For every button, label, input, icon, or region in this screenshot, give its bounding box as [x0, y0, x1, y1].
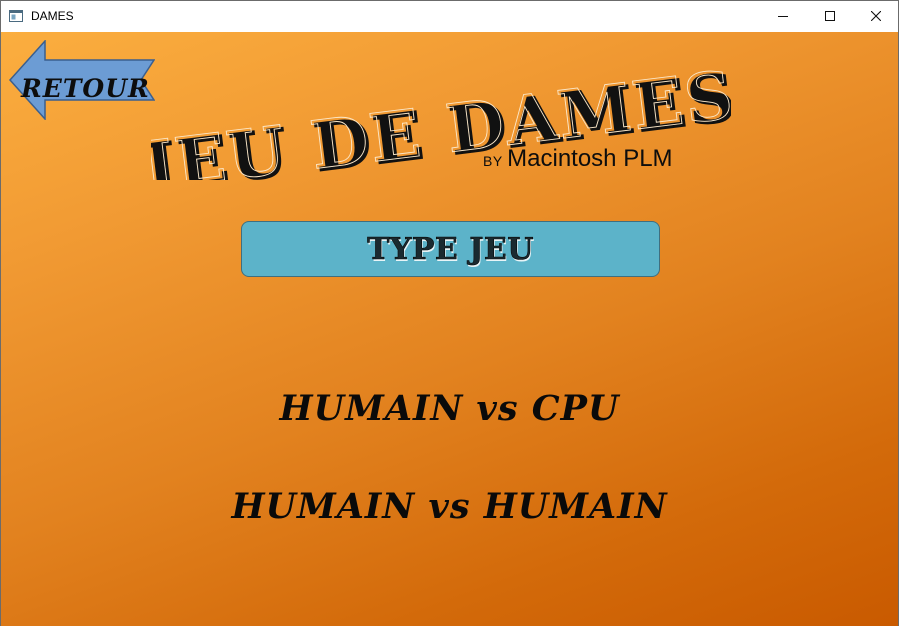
close-button[interactable]: [853, 1, 899, 31]
byline: BY Macintosh PLM: [483, 145, 673, 173]
maximize-icon: [825, 11, 835, 21]
app-icon: [9, 9, 23, 22]
mode-humain-vs-humain[interactable]: HUMAIN vs HUMAIN: [1, 486, 898, 527]
minimize-icon: [778, 16, 788, 17]
back-button[interactable]: RETOUR: [9, 40, 155, 120]
game-type-label: TYPE JEU: [367, 231, 534, 267]
game-type-header: TYPE JEU: [241, 221, 660, 277]
window-title: DAMES: [31, 9, 74, 23]
close-icon: [871, 11, 881, 21]
minimize-button[interactable]: [760, 1, 806, 31]
byline-prefix: BY: [483, 153, 503, 169]
title-bar: DAMES: [1, 1, 898, 31]
author-name: Macintosh PLM: [507, 145, 673, 172]
mode-humain-vs-cpu[interactable]: HUMAIN vs CPU: [1, 388, 898, 429]
maximize-button[interactable]: [807, 1, 853, 31]
main-content: RETOUR JEU DE DAMES JEU DE DAMES BY Maci…: [1, 32, 898, 626]
back-label: RETOUR: [21, 74, 150, 103]
app-window: DAMES RETOUR JEU DE DAMES JEU DE DAMES B…: [0, 0, 899, 626]
